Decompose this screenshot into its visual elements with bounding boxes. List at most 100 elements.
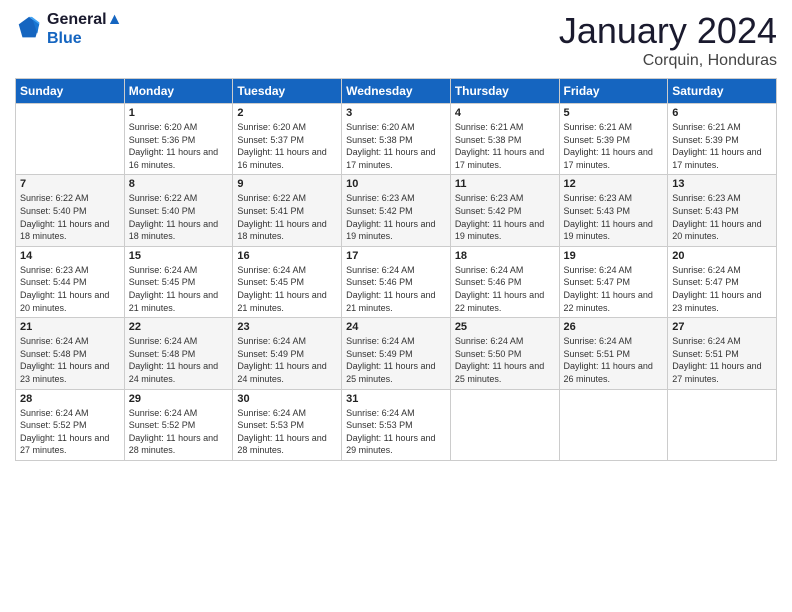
day-cell: 5Sunrise: 6:21 AMSunset: 5:39 PMDaylight… [559,104,668,175]
day-cell: 15 Sunrise: 6:24 AMSunset: 5:45 PMDayligh… [124,246,233,317]
day-number: 26 [564,321,664,333]
day-info: Sunrise: 6:24 AMSunset: 5:52 PMDaylight:… [20,407,120,457]
day-cell: 19 Sunrise: 6:24 AMSunset: 5:47 PMDayligh… [559,246,668,317]
day-cell: 26 Sunrise: 6:24 AMSunset: 5:51 PMDayligh… [559,318,668,389]
day-info: Sunrise: 6:24 AMSunset: 5:48 PMDaylight:… [20,335,120,385]
day-cell: 7Sunrise: 6:22 AMSunset: 5:40 PMDaylight… [16,175,125,246]
week-row-2: 7Sunrise: 6:22 AMSunset: 5:40 PMDaylight… [16,175,777,246]
logo-icon [15,15,43,43]
day-number: 6 [672,107,772,119]
day-cell: 23 Sunrise: 6:24 AMSunset: 5:49 PMDayligh… [233,318,342,389]
day-cell: 24Sunrise: 6:24 AMSunset: 5:49 PMDayligh… [342,318,451,389]
day-number: 23 [237,321,337,333]
day-info: Sunrise: 6:24 AMSunset: 5:48 PMDaylight:… [129,335,229,385]
column-header-saturday: Saturday [668,79,777,104]
day-number: 3 [346,107,446,119]
day-cell [16,104,125,175]
day-number: 20 [672,250,772,262]
day-info: Sunrise: 6:24 AMSunset: 5:45 PMDaylight:… [237,264,337,314]
day-cell: 13 Sunrise: 6:23 AMSunset: 5:43 PMDayligh… [668,175,777,246]
header-row: SundayMondayTuesdayWednesdayThursdayFrid… [16,79,777,104]
day-number: 28 [20,393,120,405]
day-number: 29 [129,393,229,405]
page: General▲ Blue January 2024 Corquin, Hond… [0,0,792,612]
calendar-table: SundayMondayTuesdayWednesdayThursdayFrid… [15,78,777,461]
week-row-1: 1 Sunrise: 6:20 AMSunset: 5:36 PMDaylight… [16,104,777,175]
day-cell: 16 Sunrise: 6:24 AMSunset: 5:45 PMDayligh… [233,246,342,317]
day-number: 30 [237,393,337,405]
day-info: Sunrise: 6:23 AMSunset: 5:44 PMDaylight:… [20,264,120,314]
day-info: Sunrise: 6:22 AMSunset: 5:40 PMDaylight:… [20,192,120,242]
day-info: Sunrise: 6:22 AMSunset: 5:40 PMDaylight:… [129,192,229,242]
day-cell: 18 Sunrise: 6:24 AMSunset: 5:46 PMDayligh… [450,246,559,317]
day-number: 13 [672,178,772,190]
day-number: 4 [455,107,555,119]
day-number: 14 [20,250,120,262]
day-cell: 3 Sunrise: 6:20 AMSunset: 5:38 PMDaylight… [342,104,451,175]
week-row-4: 21Sunrise: 6:24 AMSunset: 5:48 PMDayligh… [16,318,777,389]
day-cell: 10 Sunrise: 6:23 AMSunset: 5:42 PMDayligh… [342,175,451,246]
calendar-subtitle: Corquin, Honduras [559,52,777,70]
day-number: 12 [564,178,664,190]
day-number: 31 [346,393,446,405]
day-cell: 29 Sunrise: 6:24 AMSunset: 5:52 PMDayligh… [124,389,233,460]
column-header-sunday: Sunday [16,79,125,104]
column-header-friday: Friday [559,79,668,104]
day-info: Sunrise: 6:23 AMSunset: 5:43 PMDaylight:… [564,192,664,242]
day-info: Sunrise: 6:24 AMSunset: 5:51 PMDaylight:… [672,335,772,385]
day-number: 2 [237,107,337,119]
day-number: 15 [129,250,229,262]
title-block: January 2024 Corquin, Honduras [559,10,777,70]
day-info: Sunrise: 6:24 AMSunset: 5:51 PMDaylight:… [564,335,664,385]
day-info: Sunrise: 6:24 AMSunset: 5:49 PMDaylight:… [237,335,337,385]
column-header-tuesday: Tuesday [233,79,342,104]
day-info: Sunrise: 6:24 AMSunset: 5:49 PMDaylight:… [346,335,446,385]
day-number: 8 [129,178,229,190]
header: General▲ Blue January 2024 Corquin, Hond… [15,10,777,70]
day-info: Sunrise: 6:24 AMSunset: 5:46 PMDaylight:… [346,264,446,314]
day-cell: 30Sunrise: 6:24 AMSunset: 5:53 PMDayligh… [233,389,342,460]
day-info: Sunrise: 6:24 AMSunset: 5:47 PMDaylight:… [672,264,772,314]
day-number: 17 [346,250,446,262]
day-info: Sunrise: 6:24 AMSunset: 5:46 PMDaylight:… [455,264,555,314]
day-number: 11 [455,178,555,190]
day-info: Sunrise: 6:22 AMSunset: 5:41 PMDaylight:… [237,192,337,242]
day-number: 10 [346,178,446,190]
day-cell [559,389,668,460]
day-cell: 8 Sunrise: 6:22 AMSunset: 5:40 PMDaylight… [124,175,233,246]
day-number: 18 [455,250,555,262]
day-info: Sunrise: 6:24 AMSunset: 5:53 PMDaylight:… [346,407,446,457]
day-number: 25 [455,321,555,333]
day-cell: 12 Sunrise: 6:23 AMSunset: 5:43 PMDayligh… [559,175,668,246]
day-cell: 14 Sunrise: 6:23 AMSunset: 5:44 PMDayligh… [16,246,125,317]
day-cell: 2Sunrise: 6:20 AMSunset: 5:37 PMDaylight… [233,104,342,175]
day-number: 19 [564,250,664,262]
day-info: Sunrise: 6:24 AMSunset: 5:47 PMDaylight:… [564,264,664,314]
calendar-title: January 2024 [559,10,777,52]
day-info: Sunrise: 6:24 AMSunset: 5:52 PMDaylight:… [129,407,229,457]
day-number: 22 [129,321,229,333]
day-cell: 22 Sunrise: 6:24 AMSunset: 5:48 PMDayligh… [124,318,233,389]
column-header-wednesday: Wednesday [342,79,451,104]
column-header-monday: Monday [124,79,233,104]
day-info: Sunrise: 6:24 AMSunset: 5:45 PMDaylight:… [129,264,229,314]
day-number: 27 [672,321,772,333]
day-number: 1 [129,107,229,119]
day-info: Sunrise: 6:20 AMSunset: 5:36 PMDaylight:… [129,121,229,171]
day-cell: 28 Sunrise: 6:24 AMSunset: 5:52 PMDayligh… [16,389,125,460]
day-cell: 21Sunrise: 6:24 AMSunset: 5:48 PMDayligh… [16,318,125,389]
day-info: Sunrise: 6:23 AMSunset: 5:42 PMDaylight:… [346,192,446,242]
logo: General▲ Blue [15,10,122,48]
day-info: Sunrise: 6:23 AMSunset: 5:42 PMDaylight:… [455,192,555,242]
day-cell: 1 Sunrise: 6:20 AMSunset: 5:36 PMDaylight… [124,104,233,175]
day-cell: 27 Sunrise: 6:24 AMSunset: 5:51 PMDayligh… [668,318,777,389]
day-number: 5 [564,107,664,119]
day-info: Sunrise: 6:20 AMSunset: 5:38 PMDaylight:… [346,121,446,171]
day-cell [450,389,559,460]
day-info: Sunrise: 6:21 AMSunset: 5:38 PMDaylight:… [455,121,555,171]
day-cell: 6Sunrise: 6:21 AMSunset: 5:39 PMDaylight… [668,104,777,175]
day-number: 16 [237,250,337,262]
day-cell [668,389,777,460]
day-info: Sunrise: 6:23 AMSunset: 5:43 PMDaylight:… [672,192,772,242]
day-cell: 9Sunrise: 6:22 AMSunset: 5:41 PMDaylight… [233,175,342,246]
